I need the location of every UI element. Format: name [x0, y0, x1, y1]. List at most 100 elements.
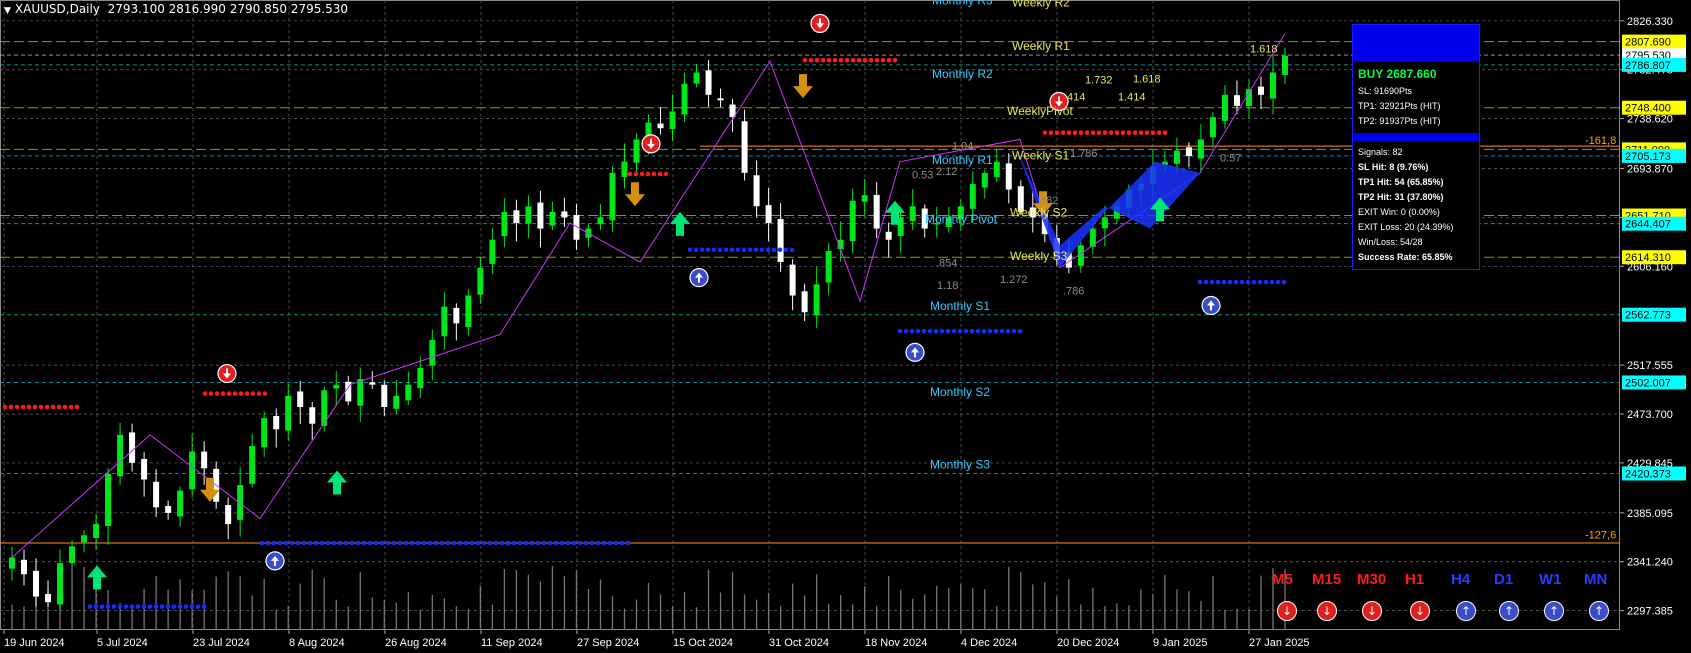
sell-signal-dots: [68, 404, 74, 410]
buy-signal-dots: [523, 540, 529, 546]
candle-body: [1282, 55, 1288, 75]
buy-signal-dots: [153, 604, 159, 609]
candle-body: [489, 239, 496, 264]
candle-body: [273, 416, 280, 430]
buy-signal: BUY 2687.660: [1358, 67, 1437, 81]
candle-body: [57, 563, 64, 605]
buy-signal-dots: [765, 247, 771, 253]
candle-body: [237, 485, 244, 520]
timeframe-label-h1[interactable]: H1: [1405, 571, 1424, 588]
panel-header-block: [1353, 25, 1479, 62]
candle-body: [1173, 150, 1180, 164]
buy-signal-dots: [1215, 279, 1221, 285]
tp1-hit: TP1 Hit: 54 (65.85%): [1358, 177, 1444, 187]
buy-signal-dots: [577, 540, 583, 546]
timeframe-label-w1[interactable]: W1: [1539, 571, 1562, 588]
buy-signal-dots: [463, 540, 469, 546]
signal-stats-panel: BUY 2687.660 SL: 91690Pts TP1: 32921Pts …: [1352, 24, 1480, 270]
sell-signal-dots: [874, 57, 880, 63]
sell-signal-dots: [844, 57, 850, 63]
sell-signal-dots: [256, 391, 262, 396]
buy-signal-dots: [771, 247, 777, 253]
sell-signal-dots: [220, 391, 226, 396]
buy-signal-dots: [421, 540, 427, 546]
timeframe-label-m5[interactable]: M5: [1272, 571, 1293, 588]
collapse-triangle-icon[interactable]: ▼: [4, 6, 11, 16]
sell-signal-dots: [1078, 130, 1084, 135]
x-tick-label: 20 Dec 2024: [1057, 637, 1119, 649]
candle-body: [1077, 245, 1084, 266]
timeframe-label-h4[interactable]: H4: [1451, 571, 1470, 588]
y-tick-label: 2385.095: [1627, 508, 1673, 520]
sell-signal-dots: [1090, 130, 1096, 135]
fib-label: 1.618: [1250, 43, 1278, 55]
buy-signal-dots: [1263, 279, 1269, 285]
buy-signal-dots: [445, 540, 451, 546]
buy-signal-dots: [529, 540, 535, 546]
candle-body: [1005, 163, 1012, 190]
buy-signal-dots: [505, 540, 511, 546]
buy-signal-dots: [189, 604, 195, 609]
pivot-level-label: Monthly S2: [930, 385, 990, 399]
timeframe-label-m15[interactable]: M15: [1312, 571, 1341, 588]
candle-body: [813, 284, 820, 316]
candle-body: [309, 407, 316, 424]
candle-body: [621, 161, 628, 178]
candle-body: [861, 195, 868, 202]
sell-signal-dots: [814, 57, 820, 63]
sell-signal-dots: [202, 391, 208, 396]
pivot-level-label: Weekly R1: [1012, 39, 1070, 53]
candle-body: [525, 206, 532, 224]
buy-signal-dots: [319, 540, 325, 546]
buy-signal-dots: [177, 604, 183, 609]
timeframe-label-mn[interactable]: MN: [1584, 571, 1607, 588]
buy-signal-dots: [625, 540, 631, 546]
buy-signal-dots: [921, 328, 927, 334]
zigzag-line: [11, 33, 1286, 558]
sell-signal-dots: [56, 404, 62, 410]
buy-signal-dots: [741, 247, 747, 253]
price-tag-label: 2786.807: [1625, 60, 1671, 72]
pivot-level-label: Weekly R2: [1012, 0, 1070, 10]
candle-body: [69, 546, 76, 564]
buy-signal-dots: [1281, 279, 1287, 285]
buy-signal-dots: [325, 540, 331, 546]
buy-signal-dots: [969, 328, 975, 334]
tp2-hit: TP2 Hit: 31 (37.80%): [1358, 192, 1444, 202]
sell-signal-dots: [2, 404, 8, 410]
sell-signal-dots: [1156, 130, 1162, 135]
candle-body: [885, 231, 892, 240]
sell-signal-dots: [808, 57, 814, 63]
buy-signal-dots: [687, 247, 693, 253]
buy-signal-dots: [1197, 279, 1203, 285]
price-tag-label: 2807.690: [1625, 37, 1671, 49]
fib-label: 2.12: [936, 166, 957, 178]
candle-body: [981, 172, 988, 188]
timeframe-label-d1[interactable]: D1: [1494, 571, 1513, 588]
candle-body: [9, 557, 15, 569]
candle-body: [357, 379, 364, 406]
sell-signal-dots: [651, 171, 657, 177]
sell-signal-dots: [627, 171, 633, 177]
sell-signal-dots: [1066, 130, 1072, 135]
buy-signal-dots: [147, 604, 153, 609]
candle-body: [537, 202, 544, 229]
candle-body: [381, 384, 388, 407]
candle-body: [225, 505, 232, 525]
candle-body: [141, 458, 148, 480]
sell-signal-dots: [802, 57, 808, 63]
sell-signal-dots: [74, 404, 80, 410]
candle-body: [501, 211, 508, 237]
buy-arrow-icon: [327, 470, 347, 495]
pivot-level-label: Monthly S1: [930, 299, 990, 313]
buy-signal-dots: [111, 604, 117, 609]
chart-header: ▼ XAUUSD,Daily 2793.100 2816.990 2790.850…: [4, 2, 348, 16]
sell-signal-dots: [862, 57, 868, 63]
pivot-level-label: Monthly R3: [932, 0, 993, 7]
sell-signal-dots: [826, 57, 832, 63]
timeframe-down-arrow-icon: ↓: [1277, 601, 1297, 621]
timeframe-label-m30[interactable]: M30: [1357, 571, 1386, 588]
candle-body: [285, 395, 292, 431]
fib-label: 1.618: [1133, 74, 1161, 86]
candle-body: [597, 217, 604, 225]
